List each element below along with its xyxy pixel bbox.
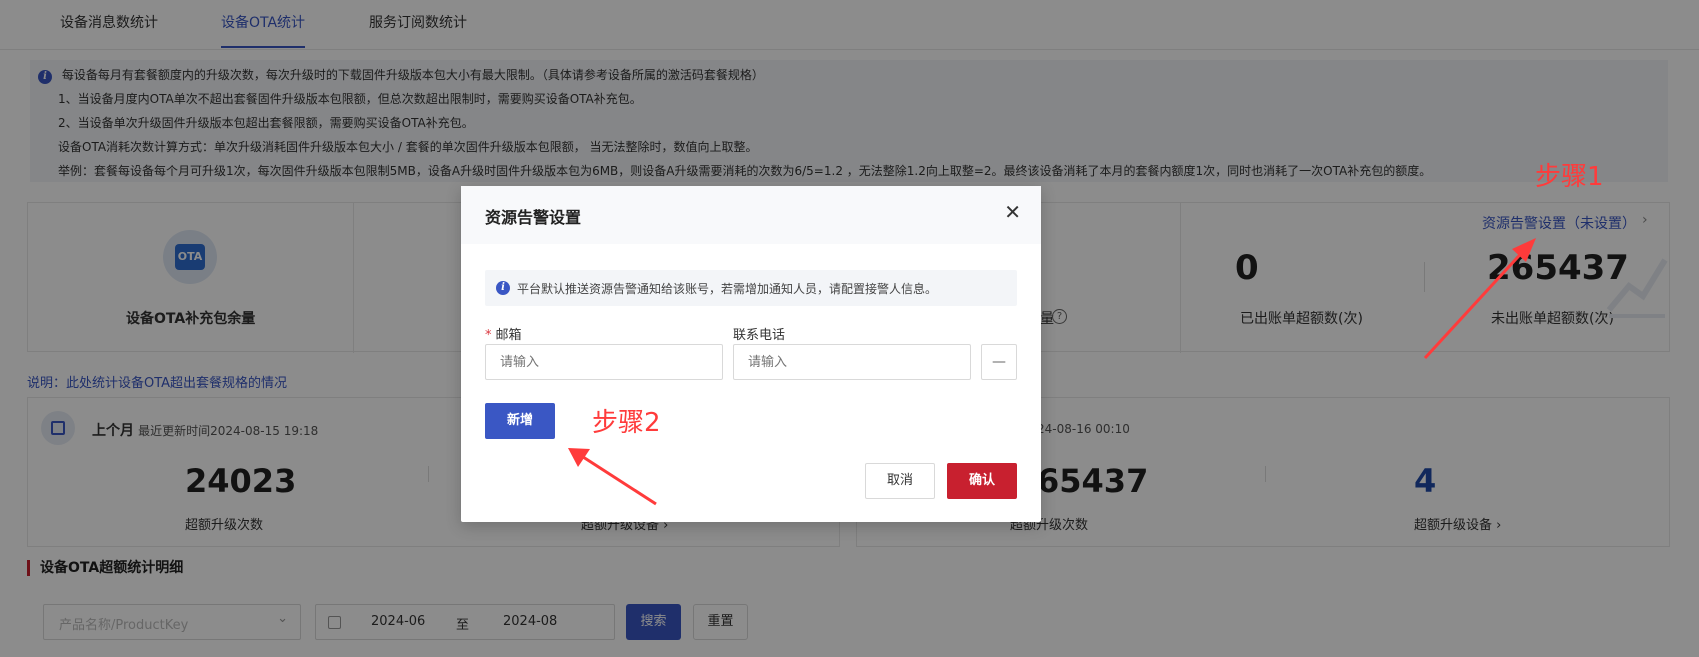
annotation-arrows — [568, 238, 1536, 506]
arrow-line — [1423, 244, 1530, 360]
arrow-head — [568, 448, 590, 467]
arrow-line — [579, 453, 657, 506]
